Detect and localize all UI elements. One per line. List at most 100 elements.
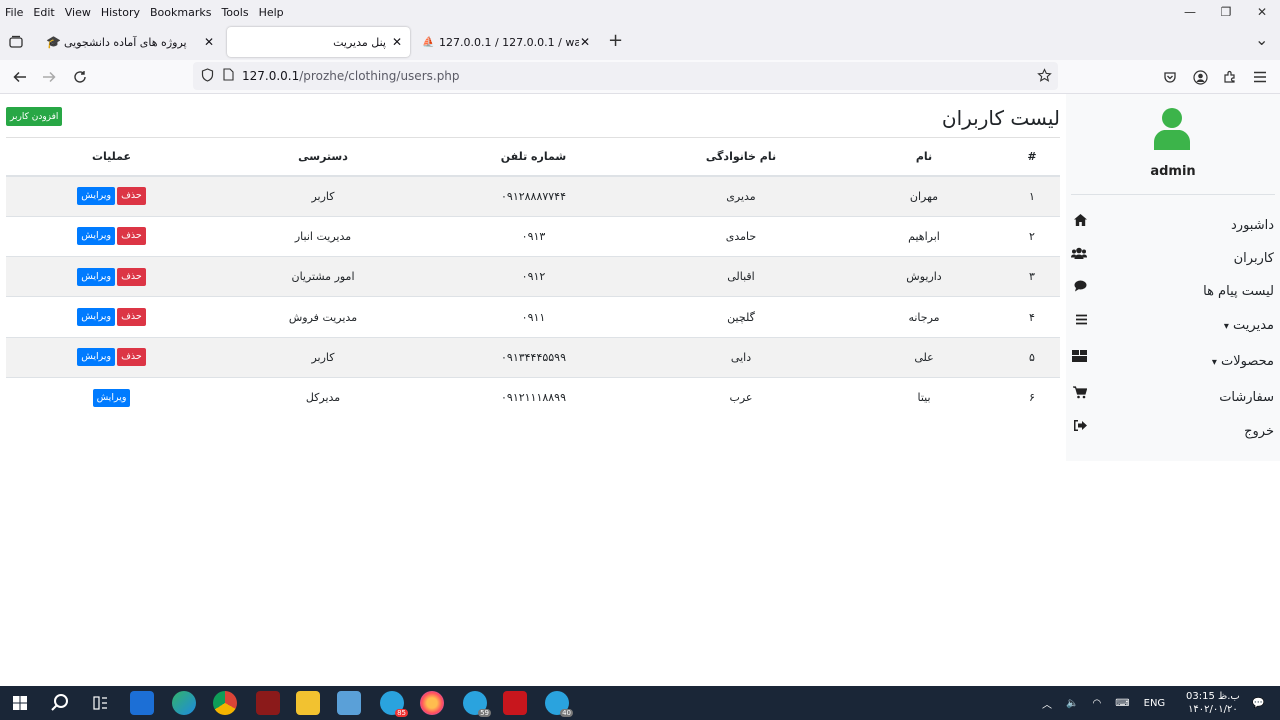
pocket-icon[interactable] — [1160, 67, 1180, 87]
edit-button[interactable]: ویرایش — [77, 227, 116, 246]
sidebar-item-dashboard[interactable]: داشبورد — [1066, 214, 1280, 248]
delete-button[interactable]: حذف — [117, 227, 146, 246]
row-number: ۳ — [1004, 256, 1060, 297]
sidebar-item-orders[interactable]: سفارشات — [1066, 386, 1280, 420]
back-icon[interactable] — [10, 67, 30, 87]
tab-admin-panel[interactable]: پنل مدیریت ✕ — [227, 27, 410, 57]
header-phone: شماره تلفن — [429, 138, 638, 177]
task-view-icon[interactable] — [88, 691, 112, 715]
app-menu-icon[interactable] — [1250, 67, 1270, 87]
last-name-cell: حامدی — [638, 215, 844, 257]
close-tab-icon[interactable]: ✕ — [204, 35, 214, 49]
header-last-name: نام خانوادگی — [638, 138, 844, 177]
windows-start-icon[interactable] — [8, 691, 32, 715]
language-indicator[interactable]: ENG — [1144, 698, 1166, 709]
header-number: # — [1004, 138, 1060, 177]
chevron-up-icon[interactable]: ︿ — [1042, 696, 1052, 711]
sidebar-item-products[interactable]: محصولات ▾ — [1066, 350, 1280, 384]
tab-phpmyadmin[interactable]: ⛵ 127.0.0.1 / 127.0.0.1 / watch / u ✕ — [414, 27, 598, 57]
add-user-button[interactable]: افزودن کاربر — [6, 107, 63, 126]
products-label: محصولات — [1221, 354, 1274, 369]
sidebar-item-label: محصولات ▾ — [1212, 354, 1274, 369]
volume-icon[interactable]: 🔈 — [1066, 698, 1078, 709]
table-row: ۱ مهران مدیری ۰۹۱۲۸۸۸۷۷۴۴ کاربر ویرایش حذف — [6, 175, 1060, 217]
menu-tools[interactable]: Tools — [221, 6, 248, 19]
sidebar-item-management[interactable]: مدیریت ▾ — [1066, 314, 1280, 348]
tab-title: 127.0.0.1 / 127.0.0.1 / watch / u — [439, 35, 579, 49]
telegram-icon[interactable]: 85 — [380, 691, 408, 717]
cart-icon — [1073, 386, 1088, 400]
shield-icon[interactable] — [201, 67, 214, 85]
address-bar[interactable]: 127.0.0.1/prozhe/clothing/users.php — [193, 62, 1058, 90]
acrobat-icon[interactable] — [503, 691, 527, 715]
sidebar-item-label: داشبورد — [1231, 218, 1274, 233]
edge-icon[interactable] — [172, 691, 196, 715]
tab-student-projects[interactable]: 🎓 پروژه های آماده دانشجویی ✕ — [38, 27, 222, 57]
bookmark-star-icon[interactable] — [1037, 68, 1052, 86]
tab-title: پروژه های آماده دانشجویی — [64, 35, 187, 49]
file-explorer-icon[interactable] — [296, 691, 320, 715]
search-icon[interactable] — [48, 691, 72, 715]
microsoft-store-icon[interactable] — [130, 691, 154, 715]
menu-bookmarks[interactable]: Bookmarks — [150, 6, 211, 19]
users-icon — [1071, 247, 1087, 261]
tab-overview-icon[interactable] — [6, 32, 26, 52]
app-icon[interactable] — [256, 691, 280, 715]
close-tab-icon[interactable]: ✕ — [580, 35, 590, 49]
notepad-icon[interactable] — [337, 691, 361, 715]
minimize-button[interactable]: — — [1172, 0, 1208, 24]
sidebar-item-messages[interactable]: لیست پیام ها — [1066, 280, 1280, 314]
menu-file[interactable]: File — [5, 6, 23, 19]
notification-badge: 59 — [478, 709, 491, 717]
keyboard-icon[interactable]: ⌨ — [1115, 698, 1129, 709]
edit-button[interactable]: ویرایش — [77, 187, 116, 206]
url-host: 127.0.0.1 — [242, 69, 300, 83]
menu-help[interactable]: Help — [259, 6, 284, 19]
first-name-cell: داریوش — [844, 256, 1004, 297]
chevron-down-icon: ▾ — [1211, 357, 1217, 368]
edit-button[interactable]: ویرایش — [92, 388, 131, 407]
phone-cell: ۰۹۱۲ — [429, 256, 638, 297]
sidebar-item-users[interactable]: کاربران — [1066, 247, 1280, 281]
telegram-icon[interactable]: 59 — [463, 691, 491, 717]
forward-icon[interactable] — [39, 67, 59, 87]
menu-bar: File Edit View History Bookmarks Tools Help — [0, 0, 1280, 24]
edit-button[interactable]: ویرایش — [77, 348, 116, 367]
window-controls: — ❐ ✕ — [1172, 0, 1280, 24]
first-name-cell: مهران — [844, 175, 1004, 217]
actions-cell: ویرایش حذف — [6, 175, 217, 217]
clock-date: ۱۴۰۲/۰۱/۲۰ — [1188, 704, 1238, 715]
clock[interactable]: 03:15 ب.ظ ۱۴۰۲/۰۱/۲۰ — [1186, 686, 1240, 720]
delete-button[interactable]: حذف — [117, 308, 146, 327]
comment-icon — [1073, 280, 1087, 294]
edit-button[interactable]: ویرایش — [77, 267, 116, 286]
account-icon[interactable] — [1190, 67, 1210, 87]
chrome-icon[interactable] — [213, 691, 237, 715]
edit-button[interactable]: ویرایش — [77, 308, 116, 327]
clock-time: 03:15 ب.ظ — [1186, 691, 1240, 702]
close-window-button[interactable]: ✕ — [1244, 0, 1280, 24]
menu-history[interactable]: History — [101, 6, 140, 19]
telegram-icon[interactable]: 40 — [545, 691, 573, 717]
new-tab-button[interactable]: + — [608, 30, 623, 51]
delete-button[interactable]: حذف — [117, 187, 146, 206]
list-tabs-button[interactable]: ⌄ — [1255, 30, 1268, 49]
extensions-icon[interactable] — [1220, 67, 1240, 87]
menu-view[interactable]: View — [65, 6, 91, 19]
firefox-icon[interactable] — [420, 691, 444, 715]
menu-edit[interactable]: Edit — [33, 6, 54, 19]
actions-cell: ویرایش حذف — [6, 296, 217, 338]
close-tab-icon[interactable]: ✕ — [392, 35, 402, 49]
actions-cell: ویرایش حذف — [6, 336, 217, 378]
restore-button[interactable]: ❐ — [1208, 0, 1244, 24]
phone-cell: ۰۹۱۳ — [429, 215, 638, 257]
delete-button[interactable]: حذف — [117, 348, 146, 367]
wifi-icon[interactable]: ◠ — [1092, 698, 1101, 709]
sidebar-item-label: سفارشات — [1219, 390, 1274, 405]
access-cell: کاربر — [217, 175, 429, 217]
table-header-row: # نام نام خانوادگی شماره تلفن دسترسی عمل… — [6, 138, 1060, 177]
delete-button[interactable]: حذف — [117, 267, 146, 286]
notifications-icon[interactable]: 💬 — [1252, 686, 1264, 720]
sidebar-item-logout[interactable]: خروج — [1066, 420, 1280, 454]
reload-icon[interactable] — [70, 67, 90, 87]
